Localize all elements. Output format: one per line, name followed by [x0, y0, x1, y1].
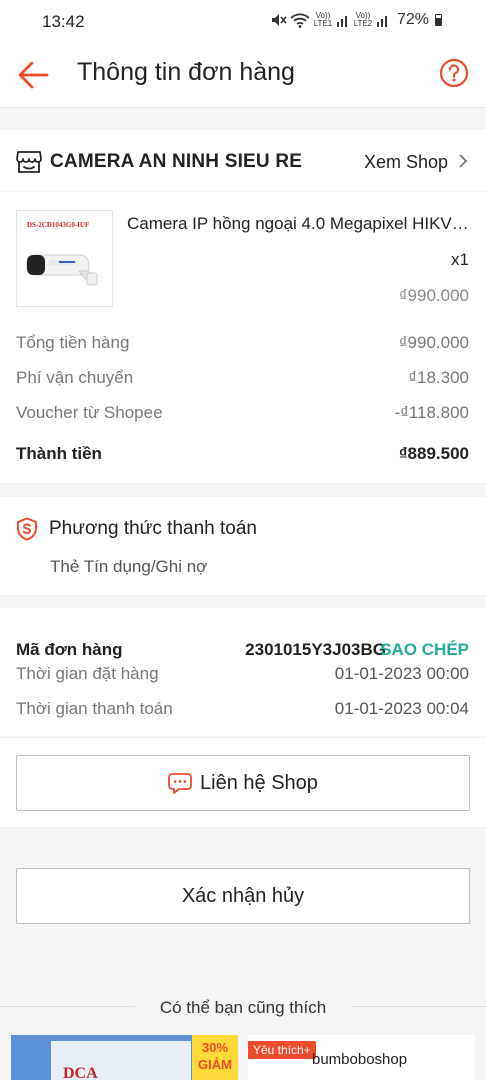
signal-icon: [336, 16, 347, 27]
shield-dollar-icon: [17, 517, 37, 541]
battery-percent: 72%: [396, 11, 429, 28]
summary-label: Phí vận chuyển: [16, 368, 134, 387]
product-image[interactable]: DS-2CD1043G0-IUF: [16, 210, 113, 307]
confirm-cancel-label: Xác nhận hủy: [181, 884, 305, 907]
favorite-badge: Yêu thích+: [248, 1041, 316, 1059]
order-paid-label: Thời gian thanh toán: [16, 699, 173, 718]
order-placed-value: 01-01-2023 00:00: [334, 664, 469, 683]
shop-name: CAMERA AN NINH SIEU RE: [50, 151, 303, 172]
wifi-icon: [290, 13, 310, 28]
discount-percent: 30%: [201, 1040, 229, 1055]
summary-row-shipping: Phí vận chuyển ₫18.300: [16, 368, 469, 388]
total-value: ₫889.500: [398, 444, 469, 463]
summary-label: Tổng tiền hàng: [16, 333, 130, 352]
status-bar: 13:42 Vo)) LTE1 Vo)) LTE2 72%: [0, 0, 486, 44]
app-bar: Thông tin đơn hàng: [0, 44, 486, 108]
signal-icon: [376, 16, 387, 27]
payment-title: Phương thức thanh toán: [49, 518, 257, 539]
order-placed-row: Thời gian đặt hàng 01-01-2023 00:00: [16, 664, 469, 684]
chat-icon: [168, 773, 192, 794]
suggestions-header: Có thể bạn cũng thích: [0, 990, 486, 1024]
lte2-label: Vo)) LTE2: [353, 11, 373, 28]
brand-logo-text: DCA: [63, 1065, 98, 1080]
order-paid-row: Thời gian thanh toán 01-01-2023 00:04: [16, 699, 469, 719]
product-quantity: x1: [451, 250, 469, 269]
back-arrow-icon[interactable]: [16, 58, 50, 92]
order-paid-value: 01-01-2023 00:04: [334, 699, 469, 718]
summary-value: ₫18.300: [408, 368, 469, 387]
mute-icon: [271, 14, 287, 26]
shop-header[interactable]: CAMERA AN NINH SIEU RE Xem Shop: [0, 130, 486, 192]
copy-button[interactable]: SAO CHÉP: [380, 640, 469, 660]
total-label: Thành tiền: [16, 444, 102, 463]
contact-shop-label: Liên hệ Shop: [200, 771, 318, 794]
lte1-label: Vo)) LTE1: [313, 11, 333, 28]
chevron-right-icon: [459, 154, 468, 168]
order-placed-label: Thời gian đặt hàng: [16, 664, 159, 683]
discount-badge: 30% GIẢM: [192, 1035, 238, 1080]
store-icon: [16, 151, 42, 173]
product-name[interactable]: Camera IP hồng ngoại 4.0 Megapixel HIKVI…: [127, 214, 472, 234]
summary-row-voucher: Voucher từ Shopee -₫118.800: [16, 403, 469, 423]
page-title: Thông tin đơn hàng: [77, 58, 295, 86]
summary-label: Voucher từ Shopee: [16, 403, 163, 422]
suggested-product-2[interactable]: Yêu thích+ bumboboshop: [248, 1035, 475, 1080]
summary-row-total: Thành tiền ₫889.500: [16, 444, 469, 464]
order-items-card: CAMERA AN NINH SIEU RE Xem Shop DS-2CD10…: [0, 130, 486, 483]
summary-row-subtotal: Tổng tiền hàng ₫990.000: [16, 333, 469, 353]
payment-method: Thẻ Tín dụng/Ghi nợ: [50, 557, 208, 576]
product-image-caption: DS-2CD1043G0-IUF: [27, 221, 90, 229]
summary-value: ₫990.000: [398, 333, 469, 352]
view-shop-link[interactable]: Xem Shop: [364, 152, 448, 173]
confirm-cancel-button[interactable]: Xác nhận hủy: [16, 868, 470, 924]
order-info-card: Mã đơn hàng 2301015Y3J03BG SAO CHÉP Thời…: [0, 608, 486, 736]
payment-card: Phương thức thanh toán Thẻ Tín dụng/Ghi …: [0, 497, 486, 595]
order-code: 2301015Y3J03BG: [245, 640, 386, 659]
order-code-label: Mã đơn hàng: [16, 640, 123, 659]
shop-logo-text: bumboboshop: [312, 1051, 408, 1068]
camera-illustration: [26, 254, 98, 286]
product-price: ₫990.000: [398, 286, 469, 305]
discount-label: GIẢM: [198, 1057, 232, 1072]
help-icon[interactable]: [439, 58, 469, 88]
summary-value: -₫118.800: [394, 403, 469, 422]
status-icons: Vo)) LTE1 Vo)) LTE2 72%: [269, 11, 442, 29]
suggested-product-1[interactable]: DCA 30% GIẢM: [11, 1035, 238, 1080]
suggestions-title: Có thể bạn cũng thích: [159, 998, 327, 1017]
status-time: 13:42: [42, 12, 85, 31]
contact-section: Liên hệ Shop: [0, 737, 486, 827]
contact-shop-button[interactable]: Liên hệ Shop: [16, 755, 470, 811]
battery-icon: [435, 14, 442, 26]
